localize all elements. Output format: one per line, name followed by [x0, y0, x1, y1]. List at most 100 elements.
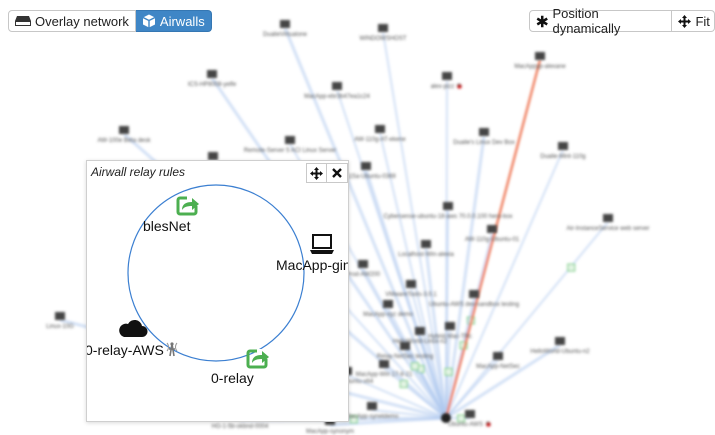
close-icon [332, 168, 342, 178]
network-node-label: DualieVirtualone [263, 32, 308, 38]
server-icon [358, 260, 368, 268]
fit-label: Fit [695, 13, 710, 29]
server-icon [421, 240, 431, 248]
cloud-node-relay-aws[interactable]: 0-relay-AWS [87, 319, 178, 358]
network-node-label: ICS-HP8008-yelfe [188, 82, 237, 88]
network-node-label: Hybrid-Mac-TRc [428, 334, 472, 340]
fit-button[interactable]: Fit [672, 10, 715, 32]
network-node-label: AW-110g-AT-ekene [354, 137, 406, 143]
edge-relay-badge [457, 414, 466, 423]
position-dynamically-button[interactable]: Position dynamically [529, 6, 673, 36]
server-icon [280, 20, 290, 28]
panel-title: Airwall relay rules [91, 165, 186, 179]
network-node-label: AW-110g-Ubuntu-01 [465, 237, 520, 243]
server-icon [383, 300, 393, 308]
server-icon [207, 70, 217, 78]
airwall-relay-rules-panel: blesNet MacApp-gina- 0-relay 0-relay-A [86, 160, 349, 422]
relay-node-label: blesNet [143, 218, 191, 234]
edge-relay-badge [410, 362, 419, 371]
network-node-label: MacApp-Win 17-8-21 [356, 372, 413, 378]
endpoint-node-label: MacApp-gina- [276, 257, 348, 273]
layout-toolbar: Position dynamically Fit [529, 6, 715, 36]
server-icon [361, 162, 371, 170]
endpoint-node-macapp[interactable]: MacApp-gina- [276, 234, 348, 273]
network-node-label: MacApp-NetSec [476, 364, 520, 370]
network-node-label: VMwareTools-3.0.1 [385, 292, 437, 298]
server-icon [493, 352, 503, 360]
network-node-label: Localhost-Win-alexia [398, 252, 454, 258]
relay-share-icon [246, 349, 269, 369]
network-node-label: Relay-NetSec testing [377, 354, 433, 360]
server-icon [443, 202, 453, 210]
server-icon [603, 214, 613, 222]
network-node-label: alex-pizz 🐞 [431, 82, 464, 90]
move-icon [310, 166, 323, 180]
network-node-label: Ubuntu-AWS 🐞 [448, 420, 492, 428]
network-node-label: Air-InstanceService web server [566, 226, 649, 232]
relay-node-0-relay[interactable]: 0-relay [211, 349, 269, 386]
network-node-label: HelloWorld-Ubuntu-n2 [530, 349, 590, 355]
network-node-label: Linux-10G [46, 324, 74, 330]
network-node-label: Dualie's Linux Dev Box [453, 140, 515, 146]
asterisk-icon [536, 15, 548, 27]
server-icon [555, 337, 565, 345]
server-icon [378, 24, 388, 32]
network-node-label: MacApp-syneldemo [345, 414, 399, 420]
server-icon [445, 322, 455, 330]
position-dynamically-label: Position dynamically [552, 6, 621, 36]
relay-rules-graph: blesNet MacApp-gina- 0-relay 0-relay-A [87, 184, 348, 386]
close-panel-button[interactable] [327, 163, 348, 183]
server-icon [55, 312, 65, 320]
move-panel-button[interactable] [306, 163, 327, 183]
server-icon [406, 280, 416, 288]
server-icon [367, 402, 377, 410]
network-node-label: Cybersense-ubuntu-18-aws 70.0.0.100 hero… [383, 214, 512, 220]
network-node-label: Prod-AW200 [346, 272, 381, 278]
hub-node[interactable] [441, 413, 451, 423]
server-icon [208, 152, 218, 160]
relay-node-label: 0-relay [211, 370, 254, 386]
airwalls-button[interactable]: Airwalls [135, 10, 212, 32]
network-node-label: Ubuntu-AWS dev-sandbox testing [429, 302, 519, 308]
server-icon [469, 290, 479, 298]
server-icon [487, 225, 497, 233]
hard-drive-icon [15, 16, 31, 26]
edge-relay-badge [399, 380, 408, 388]
panel-controls [306, 163, 348, 183]
server-icon [379, 360, 389, 368]
server-icon [332, 82, 342, 90]
server-icon [400, 342, 410, 350]
edge-relay-badge [444, 367, 453, 376]
network-node-label: MacAppyp-alexane [514, 64, 566, 70]
relay-node-blesnet[interactable]: blesNet [143, 196, 199, 234]
view-toggle: Overlay network Airwalls [8, 10, 212, 32]
network-node-label: MacApp-synonym [306, 429, 354, 435]
move-arrows-icon [678, 14, 692, 28]
cloud-node-label: 0-relay-AWS [87, 342, 164, 358]
network-node-label: MacApp-xyz demo [363, 312, 413, 318]
network-node-label: Remote-Server 5 ACI Linux Server [244, 148, 336, 154]
relay-ring [127, 184, 305, 362]
network-node-label: MacApp-ebr3b47ea1c24 [304, 94, 370, 100]
cube-icon [142, 14, 156, 28]
edge-relay-badge [567, 263, 576, 272]
overlay-network-label: Overlay network [35, 13, 129, 29]
server-icon [119, 126, 129, 134]
server-icon [415, 327, 425, 335]
server-icon [442, 72, 452, 80]
server-icon [285, 136, 295, 144]
relay-share-icon [176, 196, 199, 216]
server-icon [479, 128, 489, 136]
network-node-label: AW-100e Beta desk [97, 138, 151, 144]
network-node-label: HG-1-5b-okbnd-0004 [212, 424, 269, 430]
server-icon [558, 142, 568, 150]
tower-icon [166, 342, 178, 357]
server-icon [535, 52, 545, 60]
server-icon [465, 410, 475, 418]
laptop-icon [310, 234, 334, 254]
airwalls-label: Airwalls [159, 13, 205, 29]
overlay-network-button[interactable]: Overlay network [8, 10, 136, 32]
network-node-label: Dualie-Mint-110g [540, 154, 585, 160]
server-icon [375, 125, 385, 133]
network-node-label: WINDOWSHOST [360, 36, 407, 42]
